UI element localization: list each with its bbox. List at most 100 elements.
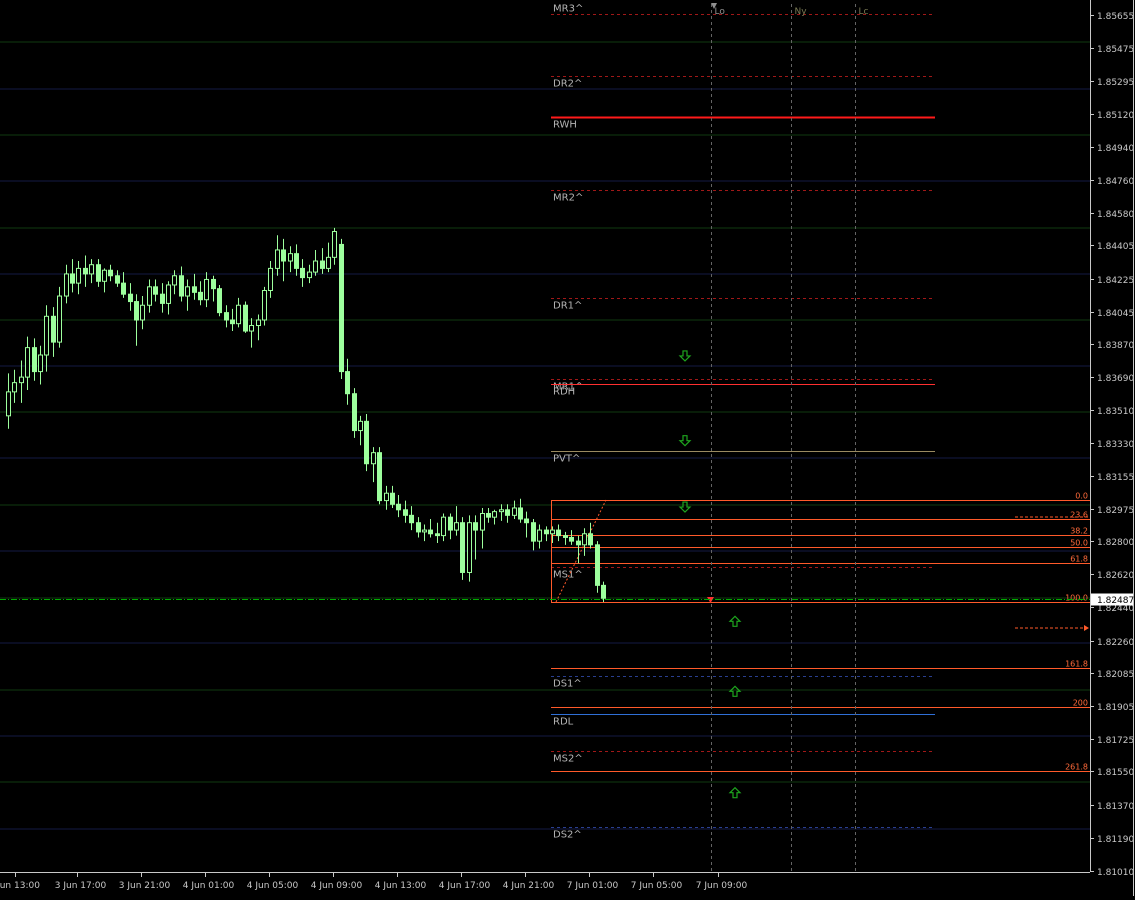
candle-body bbox=[70, 273, 75, 284]
candle-body bbox=[44, 315, 49, 356]
candle-body bbox=[403, 509, 408, 516]
y-tick-label: 1.81190 bbox=[1097, 835, 1134, 845]
candle-body bbox=[473, 522, 478, 531]
candle-body bbox=[556, 529, 561, 537]
candle-body bbox=[601, 584, 606, 599]
fibonacci-layer: 0.0 23.6 38.2 50.0 61.8 100.0 161.8 200 261.8 bbox=[551, 492, 1090, 772]
y-tick-label: 1.83330 bbox=[1097, 440, 1134, 450]
pivot-level-label: DS1^ bbox=[553, 679, 582, 690]
fib-level-label: 100.0 bbox=[1065, 594, 1088, 603]
y-tick-label: 1.82800 bbox=[1097, 538, 1134, 548]
x-tick-label: 3 Jun 17:00 bbox=[55, 881, 107, 891]
candle-body bbox=[243, 304, 248, 332]
candle-body bbox=[89, 264, 94, 275]
candle-body bbox=[166, 284, 171, 304]
candle-body bbox=[460, 522, 465, 573]
fib-level-label: 161.8 bbox=[1065, 660, 1088, 669]
fib-level-label: 0.0 bbox=[1075, 492, 1088, 501]
candle-body bbox=[396, 503, 401, 511]
y-tick-label: 1.84760 bbox=[1097, 177, 1134, 187]
pivot-level-label: RDL bbox=[553, 717, 574, 728]
candle-body bbox=[326, 256, 331, 269]
candle-body bbox=[416, 522, 421, 533]
candle-body bbox=[185, 286, 190, 297]
x-tick-label: 4 Jun 09:00 bbox=[311, 881, 363, 891]
fib-level-label: 200 bbox=[1073, 699, 1088, 708]
up-arrow-icon bbox=[728, 786, 742, 799]
up-arrow-icon bbox=[728, 615, 742, 627]
x-tick-label: 7 Jun 05:00 bbox=[631, 881, 683, 891]
up-arrow-icon bbox=[728, 685, 742, 697]
candle-body bbox=[204, 278, 209, 301]
candle-body bbox=[492, 511, 497, 518]
candle-body bbox=[576, 540, 581, 546]
candle-body bbox=[588, 533, 593, 546]
x-tick-label: 4 Jun 05:00 bbox=[247, 881, 299, 891]
candle-body bbox=[12, 382, 17, 393]
candle-body bbox=[236, 304, 241, 325]
y-tick-label: 1.81550 bbox=[1097, 768, 1134, 778]
candle-body bbox=[307, 271, 312, 279]
y-tick-label: 1.82975 bbox=[1097, 506, 1134, 516]
y-tick-label: 1.81905 bbox=[1097, 703, 1134, 713]
candle-body bbox=[358, 420, 363, 432]
y-tick-label: 1.83870 bbox=[1097, 341, 1134, 351]
down-arrow-icon bbox=[678, 501, 692, 513]
candle-body bbox=[467, 522, 472, 573]
candle-body bbox=[147, 286, 152, 306]
current-price-label: 1.82487 bbox=[1097, 596, 1134, 606]
candle-body bbox=[435, 533, 440, 537]
fib-level-label: 38.2 bbox=[1070, 527, 1088, 536]
candle-body bbox=[51, 315, 56, 343]
candle-body bbox=[179, 275, 184, 297]
candlestick-chart[interactable]: MR3^DR2^RWHMR2^DR1^MR1^RDHPVT^MS1^DS1^RD… bbox=[0, 0, 1135, 896]
candle-body bbox=[249, 325, 254, 332]
y-tick-label: 1.82260 bbox=[1097, 638, 1134, 648]
candle-body bbox=[422, 529, 427, 533]
candle-body bbox=[352, 393, 357, 432]
candle-body bbox=[96, 264, 101, 282]
candle-body bbox=[300, 267, 305, 279]
chart-area[interactable]: MR3^ DR2^ RWH MR2^ DR1^ MR1^ RDH PVT^ MS1^ DS1^ RD… bbox=[0, 0, 1135, 896]
fib-level-label: 61.8 bbox=[1070, 555, 1088, 564]
candle-body bbox=[217, 288, 222, 314]
signals-layer bbox=[678, 350, 742, 799]
candle-body bbox=[339, 243, 344, 373]
pivot-level-label: DS2^ bbox=[553, 830, 582, 841]
y-tick-label: 1.84580 bbox=[1097, 210, 1134, 220]
candle-body bbox=[83, 267, 88, 275]
x-tick-label: 4 Jun 01:00 bbox=[183, 881, 235, 891]
candle-body bbox=[76, 267, 81, 284]
y-tick-label: 1.81010 bbox=[1097, 868, 1134, 878]
y-tick-label: 1.81725 bbox=[1097, 736, 1134, 746]
candle-body bbox=[102, 269, 107, 282]
y-tick-label: 1.84405 bbox=[1097, 242, 1134, 252]
session-label: Ny bbox=[795, 7, 808, 17]
pivot-level-label: MS1^ bbox=[553, 570, 583, 581]
candle-body bbox=[121, 282, 126, 295]
y-tick-label: 1.82620 bbox=[1097, 571, 1134, 581]
y-tick-label: 1.84225 bbox=[1097, 276, 1134, 286]
down-arrow-icon bbox=[678, 350, 692, 362]
candle-body bbox=[224, 312, 229, 321]
x-tick-label: 4 Jun 13:00 bbox=[375, 881, 427, 891]
candle-body bbox=[268, 267, 273, 292]
y-tick-label: 1.81370 bbox=[1097, 802, 1134, 812]
candle-body bbox=[211, 278, 216, 290]
candle-body bbox=[128, 293, 133, 303]
y-tick-label: 1.83155 bbox=[1097, 473, 1134, 483]
candle-body bbox=[57, 295, 62, 343]
candle-body bbox=[313, 260, 318, 273]
candle-body bbox=[108, 269, 113, 277]
candle-body bbox=[294, 253, 299, 269]
candle-body bbox=[384, 492, 389, 502]
candle-body bbox=[32, 347, 37, 373]
candle-body bbox=[441, 516, 446, 537]
candle-body bbox=[371, 452, 376, 465]
y-tick-label: 1.83510 bbox=[1097, 407, 1134, 417]
x-tick-label: 4 Jun 21:00 bbox=[503, 881, 555, 891]
candle-body bbox=[172, 275, 177, 286]
candle-body bbox=[38, 354, 43, 373]
fib-level-label: 50.0 bbox=[1070, 539, 1088, 548]
x-tick-label: 3 Jun 21:00 bbox=[119, 881, 171, 891]
